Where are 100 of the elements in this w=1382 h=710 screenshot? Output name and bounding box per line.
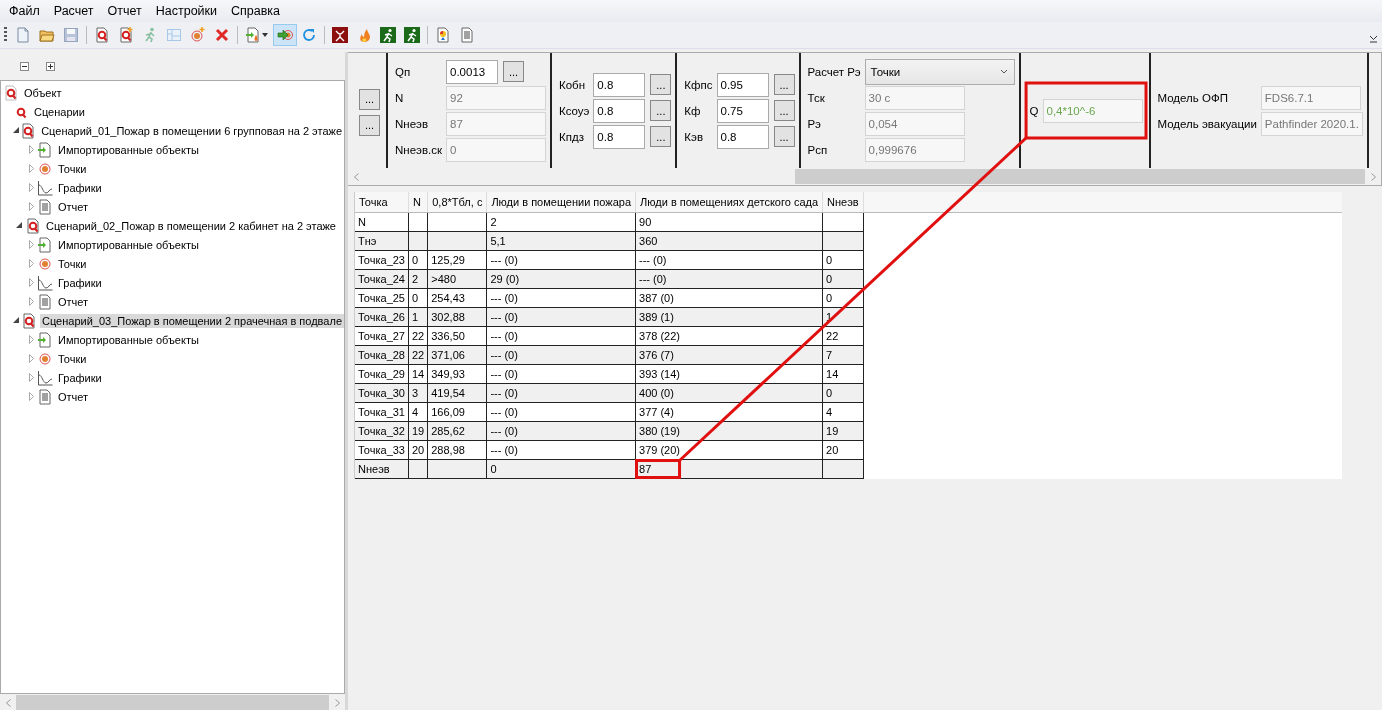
table-cell: 20 [822,440,864,460]
tree-item[interactable]: Сценарии [32,104,87,119]
field-label: Nнеэв.ск [395,143,442,156]
column-header[interactable]: Люди в помещении пожара [486,192,636,213]
field-label: Q [1029,104,1039,117]
column-header[interactable]: N [408,192,428,213]
tree-item[interactable]: Импортированные объекты [56,332,201,347]
floor-plan-icon [166,27,182,43]
table-cell: 166,09 [427,402,487,422]
tree-item[interactable]: Точки [56,256,89,271]
scroll-left-icon[interactable] [353,172,359,181]
table-cell: 14 [822,364,864,384]
input-field[interactable]: 0.8 [593,98,646,123]
table-cell: 20 [408,440,428,460]
input-field[interactable]: Pathfinder 2020.1. [1260,111,1363,136]
import-icon [37,331,53,348]
fire-sign-icon [332,27,348,43]
collapse-all-icon[interactable] [18,60,31,72]
menu-item[interactable]: Расчет [46,4,101,18]
browse-button[interactable]: ... [359,114,380,136]
import-icon [37,236,53,253]
expanded-triangle-icon[interactable] [13,317,21,324]
point-icon [37,160,53,177]
table-cell: 349,93 [427,364,487,384]
browse-button[interactable]: ... [773,126,795,147]
tree-item[interactable]: Отчет [56,199,91,214]
point-icon [37,255,53,272]
toolbar-grip[interactable] [4,27,7,43]
q-document-icon [94,27,110,43]
expanded-triangle-icon[interactable] [13,127,21,134]
table-cell: 14 [408,364,428,384]
table-cell: Точка_29 [354,364,409,384]
q-document-icon [20,312,37,329]
field-label: Кфпс [684,78,713,91]
input-field[interactable]: 0.95 [716,72,769,97]
input-field[interactable]: FDS6.7.1 [1260,85,1361,110]
target-add-icon [190,27,206,43]
field-label: Рэ [807,117,822,130]
expand-all-icon[interactable] [44,60,57,72]
q-document-add-icon [118,27,134,43]
tree-item[interactable]: Графики [56,180,104,195]
column-header[interactable]: 0,8*Тбл, с [427,192,487,213]
menu-item[interactable]: Файл [2,4,47,18]
tree-item[interactable]: Точки [56,351,89,366]
input-field[interactable]: 92 [446,85,546,110]
input-field[interactable]: 0.75 [716,98,769,123]
input-field[interactable]: 0.8 [593,72,646,97]
browse-button[interactable]: ... [773,74,795,95]
menu-item[interactable]: Настройки [148,4,225,18]
tree-item[interactable]: Сценарий_03_Пожар в помещении 2 прачечная в подвале [39,313,344,328]
browse-button[interactable]: ... [650,100,672,121]
dropdown[interactable]: Точки [864,58,1015,85]
tree-item[interactable]: Объект [22,85,64,100]
scroll-right-icon[interactable] [334,698,340,707]
report-icon [37,198,53,215]
delete-icon [214,27,230,43]
browse-button[interactable]: ... [650,126,672,147]
browse-button[interactable]: ... [650,74,672,95]
table-cell: 125,29 [427,250,487,270]
report-icon [37,293,53,310]
table-cell: Точка_23 [354,250,409,270]
scroll-left-icon[interactable] [5,698,11,707]
chevron-down-icon [999,69,1008,74]
input-field[interactable]: 0.0013 [446,59,498,84]
field-label: Рсп [807,143,829,156]
tree-item[interactable]: Отчет [56,294,91,309]
input-field[interactable]: 0 [446,137,546,162]
tree-item[interactable]: Сценарий_02_Пожар в помещении 2 кабинет на 2 этаже [44,218,338,233]
tree-item[interactable]: Импортированные объекты [56,142,201,157]
input-field[interactable]: 0.8 [593,124,646,149]
browse-button[interactable]: ... [773,100,795,121]
tree-item[interactable]: Сценарий_01_Пожар в помещении 6 групповая на 2 этаже [39,123,344,138]
browse-button[interactable]: ... [359,88,380,110]
column-header[interactable]: Nнеэв [822,192,864,213]
table-cell: 378 (22) [635,326,823,346]
column-header[interactable]: Точка [354,192,409,213]
scroll-right-icon[interactable] [1370,172,1376,181]
tree-item[interactable]: Графики [56,275,104,290]
tree-item[interactable]: Отчет [56,389,91,404]
tree-item[interactable]: Импортированные объекты [56,237,201,252]
menu-item[interactable]: Справка [224,4,288,18]
field-label: Модель ОФП [1157,91,1229,104]
input-field[interactable]: 87 [446,111,546,136]
table-cell: 4 [822,402,864,422]
table-cell: 387 (0) [635,288,823,308]
arrow-target-icon [277,27,293,43]
menu-item[interactable]: Отчет [100,4,149,18]
chart-icon [37,369,53,386]
browse-button[interactable]: ... [503,61,524,82]
input-field[interactable]: 0,999676 [864,137,965,162]
open-folder-icon [39,27,55,43]
input-field[interactable]: 30 с [864,85,965,110]
tree-item[interactable]: Точки [56,161,89,176]
table-cell: 393 (14) [635,364,823,384]
column-header[interactable]: Люди в помещениях детского сада [635,192,823,213]
input-field[interactable]: 0.8 [716,124,769,149]
table-cell: --- (0) [486,250,636,270]
tree-item[interactable]: Графики [56,370,104,385]
input-field[interactable]: 0,054 [864,111,965,136]
field-label: Кф [684,104,702,117]
